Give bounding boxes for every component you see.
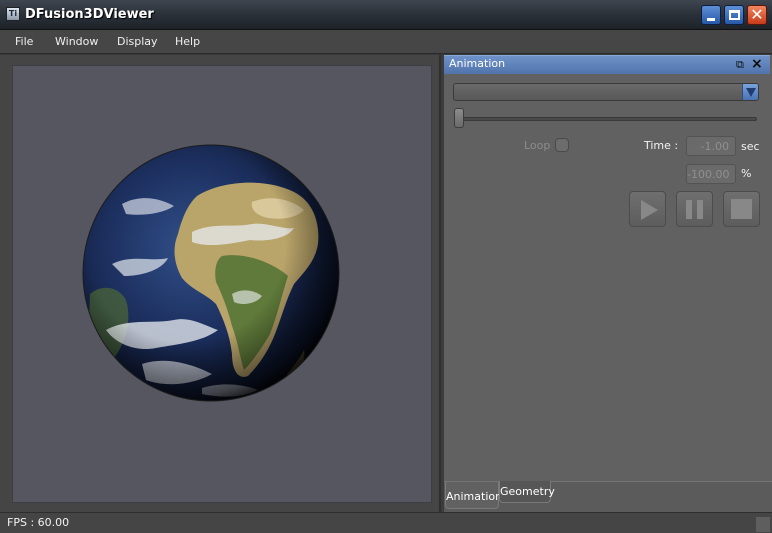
- time-spinbox[interactable]: -1.00: [686, 136, 736, 156]
- resize-grip[interactable]: [756, 517, 770, 532]
- loop-checkbox[interactable]: [555, 138, 569, 152]
- close-icon: ✕: [750, 5, 764, 24]
- stop-button[interactable]: [723, 191, 760, 227]
- minimize-button[interactable]: [701, 5, 721, 25]
- main-area: Animation ⧉ × Loop Time : -1.00 sec -100…: [0, 55, 772, 512]
- float-panel-icon[interactable]: ⧉: [736, 58, 748, 71]
- percent-spinbox[interactable]: -100.00: [686, 164, 736, 184]
- menu-window[interactable]: Window: [55, 35, 98, 48]
- tab-geometry[interactable]: Geometry: [499, 481, 555, 503]
- play-icon: [641, 200, 658, 220]
- animation-slider-handle[interactable]: [454, 108, 464, 128]
- animation-slider-track[interactable]: [456, 117, 757, 121]
- window-title: DFusion3DViewer: [25, 7, 154, 22]
- pause-icon: [686, 200, 692, 219]
- time-label: Time :: [644, 139, 679, 152]
- app-icon[interactable]: Ti: [6, 7, 20, 21]
- tab-animation[interactable]: Animation: [445, 482, 502, 509]
- status-bar: FPS : 60.00: [0, 512, 772, 533]
- menu-file[interactable]: File: [15, 35, 33, 48]
- maximize-button[interactable]: [724, 5, 744, 25]
- viewport-frame: [0, 55, 441, 512]
- maximize-icon: [729, 10, 740, 20]
- percent-unit: %: [741, 167, 752, 180]
- menu-help[interactable]: Help: [175, 35, 200, 48]
- close-button[interactable]: ✕: [747, 5, 767, 25]
- chevron-down-icon[interactable]: [742, 84, 758, 100]
- pause-icon-bar: [697, 200, 703, 219]
- time-unit: sec: [741, 140, 760, 153]
- loop-label: Loop: [524, 139, 551, 152]
- panel-header: Animation ⧉ ×: [444, 55, 770, 74]
- fps-readout: FPS : 60.00: [7, 516, 70, 529]
- stop-icon: [731, 199, 752, 219]
- animation-panel: Animation ⧉ × Loop Time : -1.00 sec -100…: [444, 55, 772, 512]
- title-bar: Ti DFusion3DViewer ✕: [0, 0, 772, 30]
- minimize-icon: [707, 18, 715, 21]
- close-panel-icon[interactable]: ×: [751, 57, 763, 71]
- pause-button[interactable]: [676, 191, 713, 227]
- panel-title: Animation: [449, 57, 506, 70]
- play-button[interactable]: [629, 191, 666, 227]
- menu-bar: File Window Display Help: [0, 30, 772, 54]
- menu-display[interactable]: Display: [117, 35, 158, 48]
- animation-select[interactable]: [453, 83, 759, 101]
- earth-globe[interactable]: [82, 144, 340, 402]
